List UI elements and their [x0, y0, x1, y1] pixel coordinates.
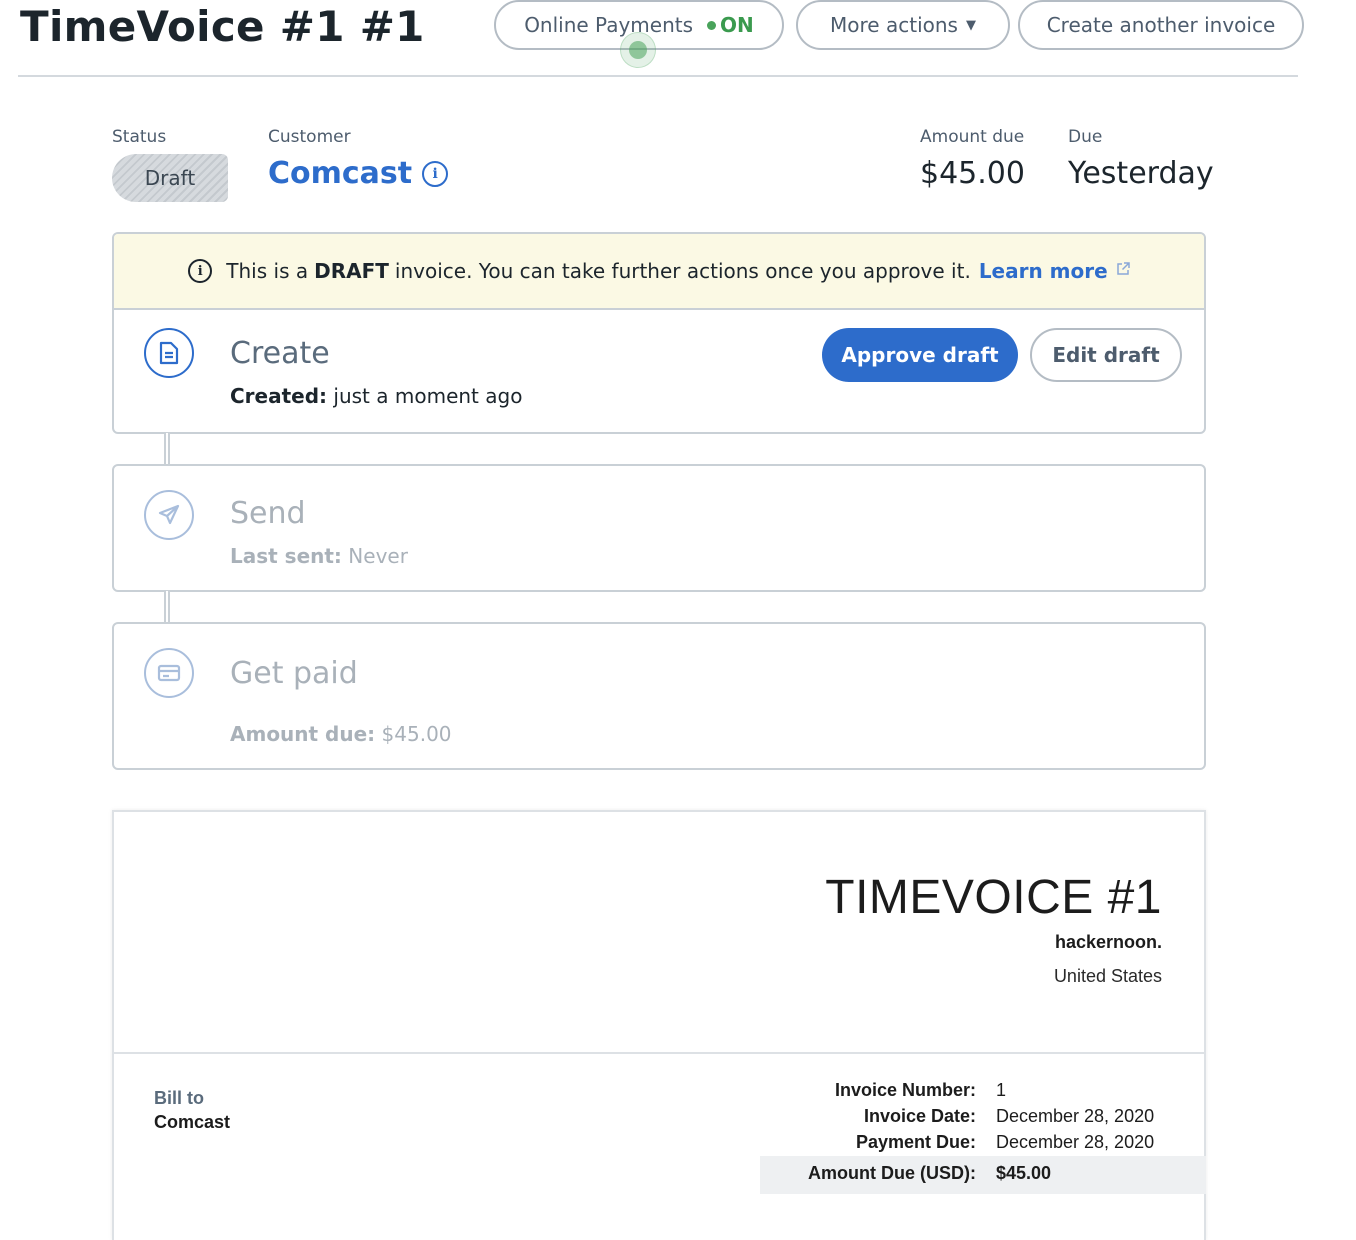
customer-link[interactable]: Comcast i: [268, 156, 449, 191]
page-title: TimeVoice #1 #1: [20, 2, 425, 51]
invoice-meta-row: Payment Due: December 28, 2020: [760, 1132, 1206, 1158]
draft-banner: i This is a DRAFT invoice. You can take …: [114, 234, 1204, 310]
invoice-number-value: 1: [996, 1080, 1007, 1100]
payment-due-value: December 28, 2020: [996, 1132, 1155, 1152]
create-step-title: Create: [230, 336, 330, 371]
bill-to-name: Comcast: [154, 1112, 231, 1132]
paper-plane-icon: [144, 490, 194, 540]
invoice-country: United States: [1053, 966, 1162, 986]
payment-due-label: Payment Due:: [855, 1132, 976, 1152]
step-connector: [164, 591, 170, 623]
customer-label: Customer: [268, 127, 351, 147]
invoice-meta-row: Invoice Date: December 28, 2020: [760, 1106, 1206, 1132]
invoice-title: TIMEVOICE #1: [825, 871, 1162, 924]
amount-due-step-value: $45.00: [381, 722, 452, 746]
invoice-divider: [114, 1052, 1204, 1054]
last-sent-value: Never: [348, 544, 408, 568]
status-label: Status: [112, 127, 167, 147]
created-label: Created:: [230, 384, 328, 408]
banner-text-before: This is a: [226, 259, 309, 283]
more-actions-label: More actions: [830, 13, 958, 37]
invoice-meta-row: Invoice Number: 1: [760, 1080, 1206, 1106]
amount-due-usd-value: $45.00: [996, 1163, 1052, 1183]
invoice-date-label: Invoice Date:: [863, 1106, 976, 1126]
due-value: Yesterday: [1068, 156, 1214, 191]
info-icon: i: [188, 259, 213, 283]
cursor-indicator: [620, 32, 656, 68]
invoice-preview: TIMEVOICE #1 hackernoon. United States B…: [112, 810, 1206, 1240]
invoice-date-value: December 28, 2020: [996, 1106, 1155, 1126]
credit-card-icon: [144, 648, 194, 698]
invoice-number-label: Invoice Number:: [834, 1080, 976, 1100]
external-link-icon: [1116, 262, 1130, 280]
status-dot-icon: [707, 20, 717, 30]
create-another-invoice-button[interactable]: Create another invoice: [1018, 0, 1304, 50]
status-badge: Draft: [112, 154, 228, 202]
create-step-subtitle: Created: just a moment ago: [230, 384, 522, 408]
get-paid-step-card: Get paid Amount due: $45.00: [112, 622, 1206, 770]
send-step-title: Send: [230, 496, 306, 531]
online-payments-state: ON: [720, 13, 754, 37]
approve-draft-button[interactable]: Approve draft: [822, 328, 1018, 382]
last-sent-label: Last sent:: [230, 544, 342, 568]
get-paid-step-title: Get paid: [230, 656, 358, 691]
caret-down-icon: ▼: [965, 17, 976, 33]
get-paid-step-subtitle: Amount due: $45.00: [230, 722, 452, 746]
info-icon[interactable]: i: [422, 160, 449, 187]
amount-due-label: Amount due: [920, 127, 1025, 147]
customer-name: Comcast: [268, 156, 413, 191]
banner-text-bold: DRAFT: [314, 259, 389, 283]
edit-draft-button[interactable]: Edit draft: [1030, 328, 1182, 382]
amount-due-step-label: Amount due:: [230, 722, 376, 746]
create-another-label: Create another invoice: [1046, 13, 1276, 37]
banner-text-after: invoice. You can take further actions on…: [394, 259, 971, 283]
step-connector: [164, 433, 170, 465]
more-actions-button[interactable]: More actions ▼: [796, 0, 1010, 50]
invoice-total-row: Amount Due (USD): $45.00: [760, 1156, 1206, 1194]
send-step-card: Send Last sent: Never: [112, 464, 1206, 592]
amount-due-usd-label: Amount Due (USD):: [808, 1163, 976, 1183]
due-label: Due: [1068, 127, 1103, 147]
created-value: just a moment ago: [333, 384, 523, 408]
send-step-subtitle: Last sent: Never: [230, 544, 408, 568]
online-payments-label: Online Payments: [524, 13, 694, 37]
learn-more-link[interactable]: Learn more: [979, 259, 1108, 283]
header-divider: [18, 75, 1298, 77]
document-icon: [144, 328, 194, 378]
bill-to-label: Bill to: [154, 1088, 204, 1108]
invoice-company: hackernoon.: [1054, 932, 1162, 952]
create-step-card: i This is a DRAFT invoice. You can take …: [112, 232, 1206, 434]
amount-due-value: $45.00: [920, 156, 1025, 191]
